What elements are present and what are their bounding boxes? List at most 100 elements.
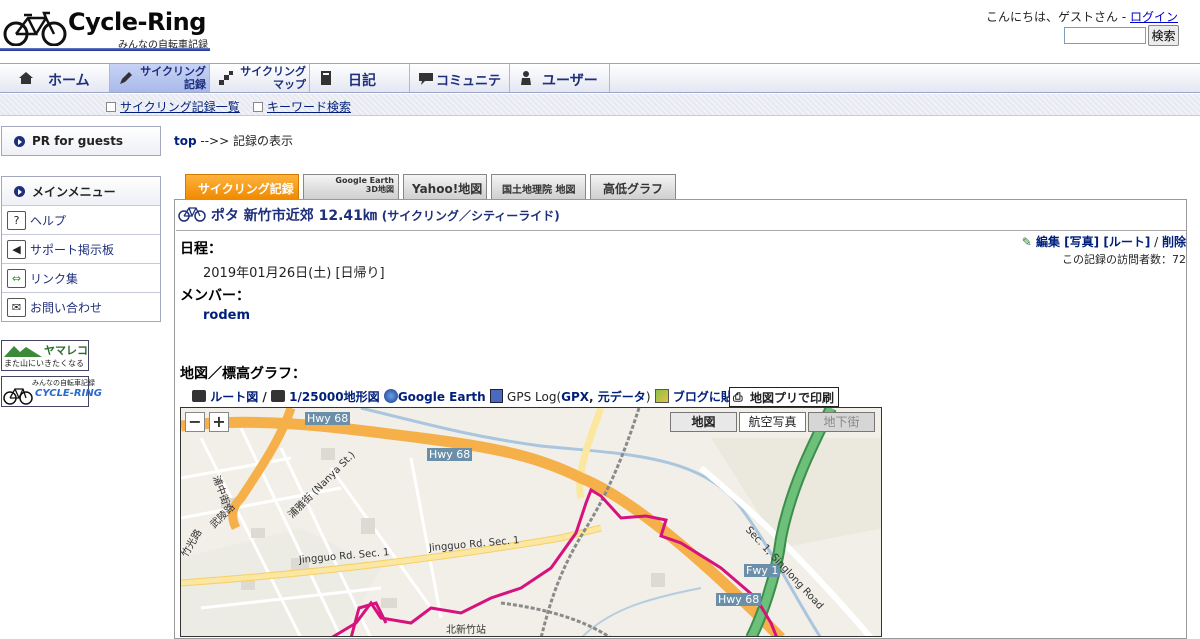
search-button[interactable]: 検索 (1148, 25, 1179, 46)
nav-users[interactable]: ユーザー (510, 64, 610, 92)
pr-heading: PR for guests (2, 127, 160, 155)
tab-cycling-record-label: サイクリング記録 (198, 182, 294, 196)
book-icon (321, 71, 331, 85)
bullet-arrow-icon (14, 136, 25, 147)
main-menu-heading: メインメニュー (2, 177, 160, 205)
yamareco-banner-caption: また山にいきたくなる (4, 359, 84, 368)
member-link[interactable]: rodem (203, 308, 250, 323)
google-earth-link[interactable]: Google Earth (398, 390, 486, 404)
raw-data-link[interactable]: 元データ (598, 390, 646, 404)
arrow-icon (106, 102, 116, 112)
actions-separator: / (1150, 235, 1162, 249)
tab-google-earth-3d[interactable]: Google Earth 3D地図 (303, 174, 399, 199)
breadcrumb: top -->> 記録の表示 (174, 132, 293, 149)
cyclering-banner-title: CYCLE-RING (35, 388, 102, 399)
sub-nav: サイクリング記録一覧 キーワード検索 (0, 94, 1200, 116)
tab-gsi-map[interactable]: 国土地理院 地図 (491, 174, 586, 199)
subnav-keyword-search[interactable]: キーワード検索 (253, 98, 351, 115)
menu-item-support-board-label: サポート掲示板 (30, 242, 115, 257)
nav-home[interactable]: ホーム (0, 64, 110, 92)
route-arrow-icon (192, 390, 206, 402)
route-map[interactable]: Hwy 68 Hwy 68 Hwy 68 Fwy 1 Jingguo Rd. S… (180, 407, 882, 637)
yamareco-banner-title: ヤマレコ (44, 344, 88, 357)
map-canvas (181, 408, 881, 636)
map-print-button[interactable]: ⎙ 地図プリで印刷 (729, 387, 839, 407)
logo-title: Cycle-Ring (68, 8, 206, 36)
tab-yahoo-map-label: Yahoo!地図 (412, 182, 483, 196)
search-input[interactable] (1064, 27, 1146, 44)
cyclering-banner[interactable]: みんなの自転車記録 CYCLE-RING (1, 376, 102, 407)
floppy-disk-icon (489, 389, 503, 403)
pr-box: PR for guests (1, 126, 161, 156)
site-logo[interactable]: Cycle-Ring みんなの自転車記録 (0, 8, 210, 52)
menu-item-links-label: リンク集 (30, 271, 79, 286)
gps-log-suffix: ) (645, 390, 651, 404)
tab-google-earth-3d-label: Google Earth 3D地図 (335, 176, 394, 194)
main-menu-heading-text: メインメニュー (32, 184, 116, 199)
map-print-button-label: 地図プリで印刷 (749, 390, 834, 405)
tab-cycling-record[interactable]: サイクリング記録 (185, 174, 299, 199)
record-actions: ✎ 編集 [写真] [ルート] / 削除 (1022, 233, 1186, 250)
maptype-underground-button: 地下街 (808, 412, 875, 432)
breadcrumb-separator: -->> (196, 134, 233, 148)
tab-elevation-graph-label: 高低グラフ (603, 182, 664, 196)
menu-item-support-board[interactable]: ◀ サポート掲示板 (2, 234, 160, 263)
members-label: メンバー： (180, 288, 250, 304)
visitor-count: この記録の訪問者数：72 (1062, 253, 1186, 266)
pr-heading-text: PR for guests (32, 134, 124, 148)
home-icon (19, 72, 33, 84)
login-link[interactable]: ログイン (1130, 10, 1178, 24)
breadcrumb-top-link[interactable]: top (174, 134, 197, 148)
nav-home-label: ホーム (48, 73, 90, 89)
gps-log-prefix: GPS Log( (507, 390, 562, 404)
logo-underline (0, 48, 210, 51)
subnav-record-list-link[interactable]: サイクリング記録一覧 (120, 100, 240, 114)
breadcrumb-current: 記録の表示 (232, 134, 293, 148)
arrow-icon (253, 102, 263, 112)
speech-bubble-icon (419, 73, 433, 85)
blog-image-icon (654, 389, 669, 403)
speaker-icon: ◀ (7, 240, 26, 259)
menu-item-contact[interactable]: ✉ お問い合わせ (2, 292, 160, 321)
schedule-label: 日程： (180, 241, 222, 257)
topo-arrow-icon (270, 390, 285, 402)
route-map-link[interactable]: ルート図 (210, 390, 258, 404)
route-link[interactable]: [ルート] (1103, 235, 1150, 249)
maptype-map-button[interactable]: 地図 (670, 412, 737, 432)
subnav-keyword-search-link[interactable]: キーワード検索 (267, 100, 351, 114)
map-label-station: 北新竹站 (446, 625, 486, 636)
subnav-record-list[interactable]: サイクリング記録一覧 (106, 98, 240, 115)
tab-gsi-map-label: 国土地理院 地図 (502, 185, 576, 196)
nav-cycling-map[interactable]: サイクリング マップ (210, 64, 310, 92)
topo-map-link[interactable]: 1/25000地形図 (289, 390, 379, 404)
tab-yahoo-map[interactable]: Yahoo!地図 (403, 174, 487, 199)
zoom-in-button[interactable]: + (209, 412, 229, 432)
link-arrows-icon: ⇔ (7, 269, 26, 288)
greeting: こんにちは、ゲストさん - ログイン (986, 8, 1178, 25)
map-label-hwy68-b: Hwy 68 (427, 448, 473, 461)
tab-elevation-graph[interactable]: 高低グラフ (590, 174, 676, 199)
maptype-satellite-button[interactable]: 航空写真 (739, 412, 806, 432)
delete-link[interactable]: 削除 (1162, 235, 1186, 249)
menu-item-links[interactable]: ⇔ リンク集 (2, 263, 160, 292)
nav-community[interactable]: コミュニティ (410, 64, 510, 108)
nav-diary-label: 日記 (348, 73, 376, 89)
menu-item-help-label: ヘルプ (30, 213, 67, 228)
nav-cycling-record[interactable]: サイクリング 記録 (110, 64, 210, 92)
pencil-icon (120, 72, 132, 84)
bullet-arrow-icon (14, 186, 25, 197)
menu-item-help[interactable]: ? ヘルプ (2, 205, 160, 234)
zoom-out-button[interactable]: − (185, 412, 205, 432)
edit-pencil-icon: ✎ (1021, 235, 1032, 249)
map-label-hwy68-c: Hwy 68 (716, 593, 762, 606)
map-section-label: 地図／標高グラフ： (180, 366, 306, 382)
nav-diary[interactable]: 日記 (310, 64, 410, 92)
photo-link[interactable]: [写真] (1064, 235, 1099, 249)
nav-cycling-map-label: サイクリング マップ (240, 65, 306, 91)
bicycle-icon (178, 207, 206, 222)
menu-item-contact-label: お問い合わせ (30, 300, 103, 315)
record-category: (サイクリング／シティーライド) (381, 209, 560, 223)
yamareco-banner[interactable]: ヤマレコ また山にいきたくなる (1, 340, 89, 371)
edit-link[interactable]: 編集 (1036, 235, 1060, 249)
gpx-link[interactable]: GPX (561, 390, 589, 404)
